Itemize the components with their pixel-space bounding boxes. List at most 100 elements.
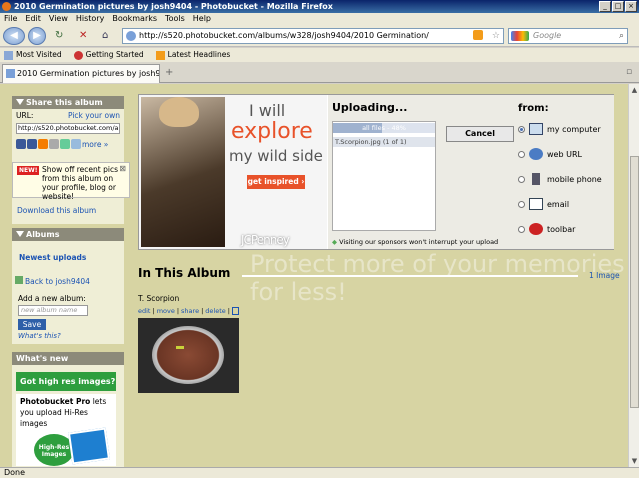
search-input[interactable]: Google ⌕ (508, 28, 628, 44)
rss-icon[interactable] (473, 30, 483, 40)
source-my-computer[interactable]: my computer (518, 119, 601, 139)
rss-icon (155, 50, 165, 60)
magnifier-icon[interactable]: ⌕ (619, 29, 624, 43)
ad-line3: my wild side (229, 147, 323, 165)
link-icon[interactable] (60, 139, 70, 149)
address-bar[interactable]: http://s520.photobucket.com/albums/w328/… (122, 28, 504, 44)
collapse-icon (16, 231, 24, 237)
source-toolbar[interactable]: toolbar (518, 219, 575, 239)
forward-button[interactable]: ▶ (28, 27, 46, 45)
status-text: Done (4, 468, 26, 477)
jcpenney-ad[interactable]: I will explore my wild side get inspired… (139, 95, 327, 249)
ad-cta-button[interactable]: get inspired › (247, 175, 305, 189)
menu-help[interactable]: Help (193, 13, 211, 25)
radio-icon[interactable] (518, 175, 525, 183)
phone-icon (532, 173, 540, 185)
more-icon (71, 139, 81, 149)
window-titlebar: 2010 Germination pictures by josh9404 - … (0, 0, 639, 13)
share-panel-header[interactable]: Share this album (12, 96, 124, 109)
source-mobile-phone[interactable]: mobile phone (518, 169, 602, 189)
move-link[interactable]: move (157, 307, 175, 315)
photo-thumbnail[interactable] (138, 318, 239, 393)
menu-tools[interactable]: Tools (165, 13, 185, 25)
upload-source-panel: from: my computer web URL mobile phone e… (518, 95, 614, 249)
photobucket-icon (6, 69, 15, 78)
albums-panel: Albums Newest uploads Back to josh9404 A… (12, 228, 124, 344)
envelope-icon (529, 198, 543, 210)
bookmark-most-visited[interactable]: Most Visited (4, 48, 62, 62)
whats-this-link[interactable]: What's this? (18, 332, 61, 340)
menu-bookmarks[interactable]: Bookmarks (112, 13, 157, 25)
radio-icon[interactable] (518, 125, 525, 133)
close-icon[interactable]: ⊠ (119, 164, 126, 173)
cancel-upload-button[interactable]: Cancel (446, 126, 514, 142)
blogger-icon[interactable] (38, 139, 48, 149)
window-title: 2010 Germination pictures by josh9404 - … (14, 2, 333, 11)
menu-edit[interactable]: Edit (25, 13, 41, 25)
source-email[interactable]: email (518, 194, 569, 214)
close-button[interactable]: × (625, 1, 637, 12)
scroll-thumb[interactable] (630, 156, 639, 408)
info-icon[interactable] (231, 307, 239, 315)
radio-icon[interactable] (518, 150, 525, 158)
whats-new-panel: What's new Got high res images? Photobuc… (12, 352, 124, 467)
status-bar: Done (0, 467, 639, 478)
heading-divider (242, 275, 578, 277)
share-panel: Share this album URL: Pick your own http… (12, 96, 124, 224)
download-album-link[interactable]: Download this album (17, 206, 96, 215)
email-icon[interactable] (49, 139, 59, 149)
tab-active[interactable]: 2010 Germination pictures by josh94... (2, 64, 160, 83)
share-link[interactable]: share (181, 307, 199, 315)
delete-link[interactable]: delete (205, 307, 225, 315)
home-icon[interactable]: ⌂ (102, 30, 108, 41)
folder-icon (4, 50, 13, 60)
uploading-heading: Uploading... (332, 101, 408, 114)
newest-uploads-link[interactable]: Newest uploads (19, 253, 86, 262)
more-share-link[interactable]: more » (82, 140, 108, 149)
ad-line1: I will (249, 101, 286, 120)
edit-link[interactable]: edit (138, 307, 150, 315)
reload-icon[interactable]: ↻ (55, 30, 63, 41)
facebook-icon[interactable] (27, 139, 37, 149)
save-album-button[interactable]: Save (18, 319, 46, 330)
tooltip-text: Show off recent pics from this album on … (42, 165, 118, 201)
source-web-url[interactable]: web URL (518, 144, 582, 164)
star-icon[interactable]: ☆ (492, 29, 500, 43)
photo-actions: edit | move | share | delete | (138, 307, 239, 315)
radio-icon[interactable] (518, 200, 525, 208)
upload-progress-panel: Uploading... all files - 48% T.Scorpion.… (328, 95, 518, 249)
bookmark-getting-started[interactable]: Getting Started (73, 48, 144, 62)
pick-own-link[interactable]: Pick your own (68, 111, 120, 120)
vertical-scrollbar[interactable]: ▲ ▼ (628, 84, 639, 467)
model-hair (159, 97, 199, 127)
radio-icon[interactable] (518, 225, 525, 233)
albums-panel-header[interactable]: Albums (12, 228, 124, 241)
scroll-up-icon[interactable]: ▲ (630, 85, 639, 95)
tab-label: 2010 Germination pictures by josh94... (17, 69, 160, 78)
search-placeholder: Google (533, 31, 562, 40)
stop-icon[interactable]: ✕ (79, 30, 87, 41)
address-url: http://s520.photobucket.com/albums/w328/… (139, 31, 429, 40)
maximize-button[interactable]: □ (612, 1, 624, 12)
ad-brand: JCPenney (241, 233, 290, 247)
google-icon[interactable] (511, 31, 529, 41)
bookmark-latest-headlines[interactable]: Latest Headlines (155, 48, 230, 62)
menu-file[interactable]: File (4, 13, 17, 25)
minimize-button[interactable]: _ (599, 1, 611, 12)
collapse-icon (16, 99, 24, 105)
scroll-down-icon[interactable]: ▼ (630, 456, 639, 466)
menu-bar: File Edit View History Bookmarks Tools H… (0, 13, 639, 25)
new-tab-icon[interactable]: + (165, 67, 173, 78)
promo-title[interactable]: Got high res images? (16, 372, 116, 391)
back-button[interactable]: ◀ (3, 27, 25, 45)
new-album-input[interactable]: new album name (18, 305, 88, 316)
menu-history[interactable]: History (76, 13, 104, 25)
tab-list-icon[interactable]: ▫ (626, 67, 632, 77)
menu-view[interactable]: View (49, 13, 68, 25)
bookmarks-toolbar: Most Visited Getting Started Latest Head… (0, 48, 639, 62)
myspace-icon[interactable] (16, 139, 26, 149)
back-to-user-link[interactable]: Back to josh9404 (25, 277, 90, 286)
from-heading: from: (518, 103, 549, 114)
album-heading: In This Album (138, 266, 231, 280)
share-url-field[interactable]: http://s520.photobucket.com/albun (16, 123, 120, 134)
